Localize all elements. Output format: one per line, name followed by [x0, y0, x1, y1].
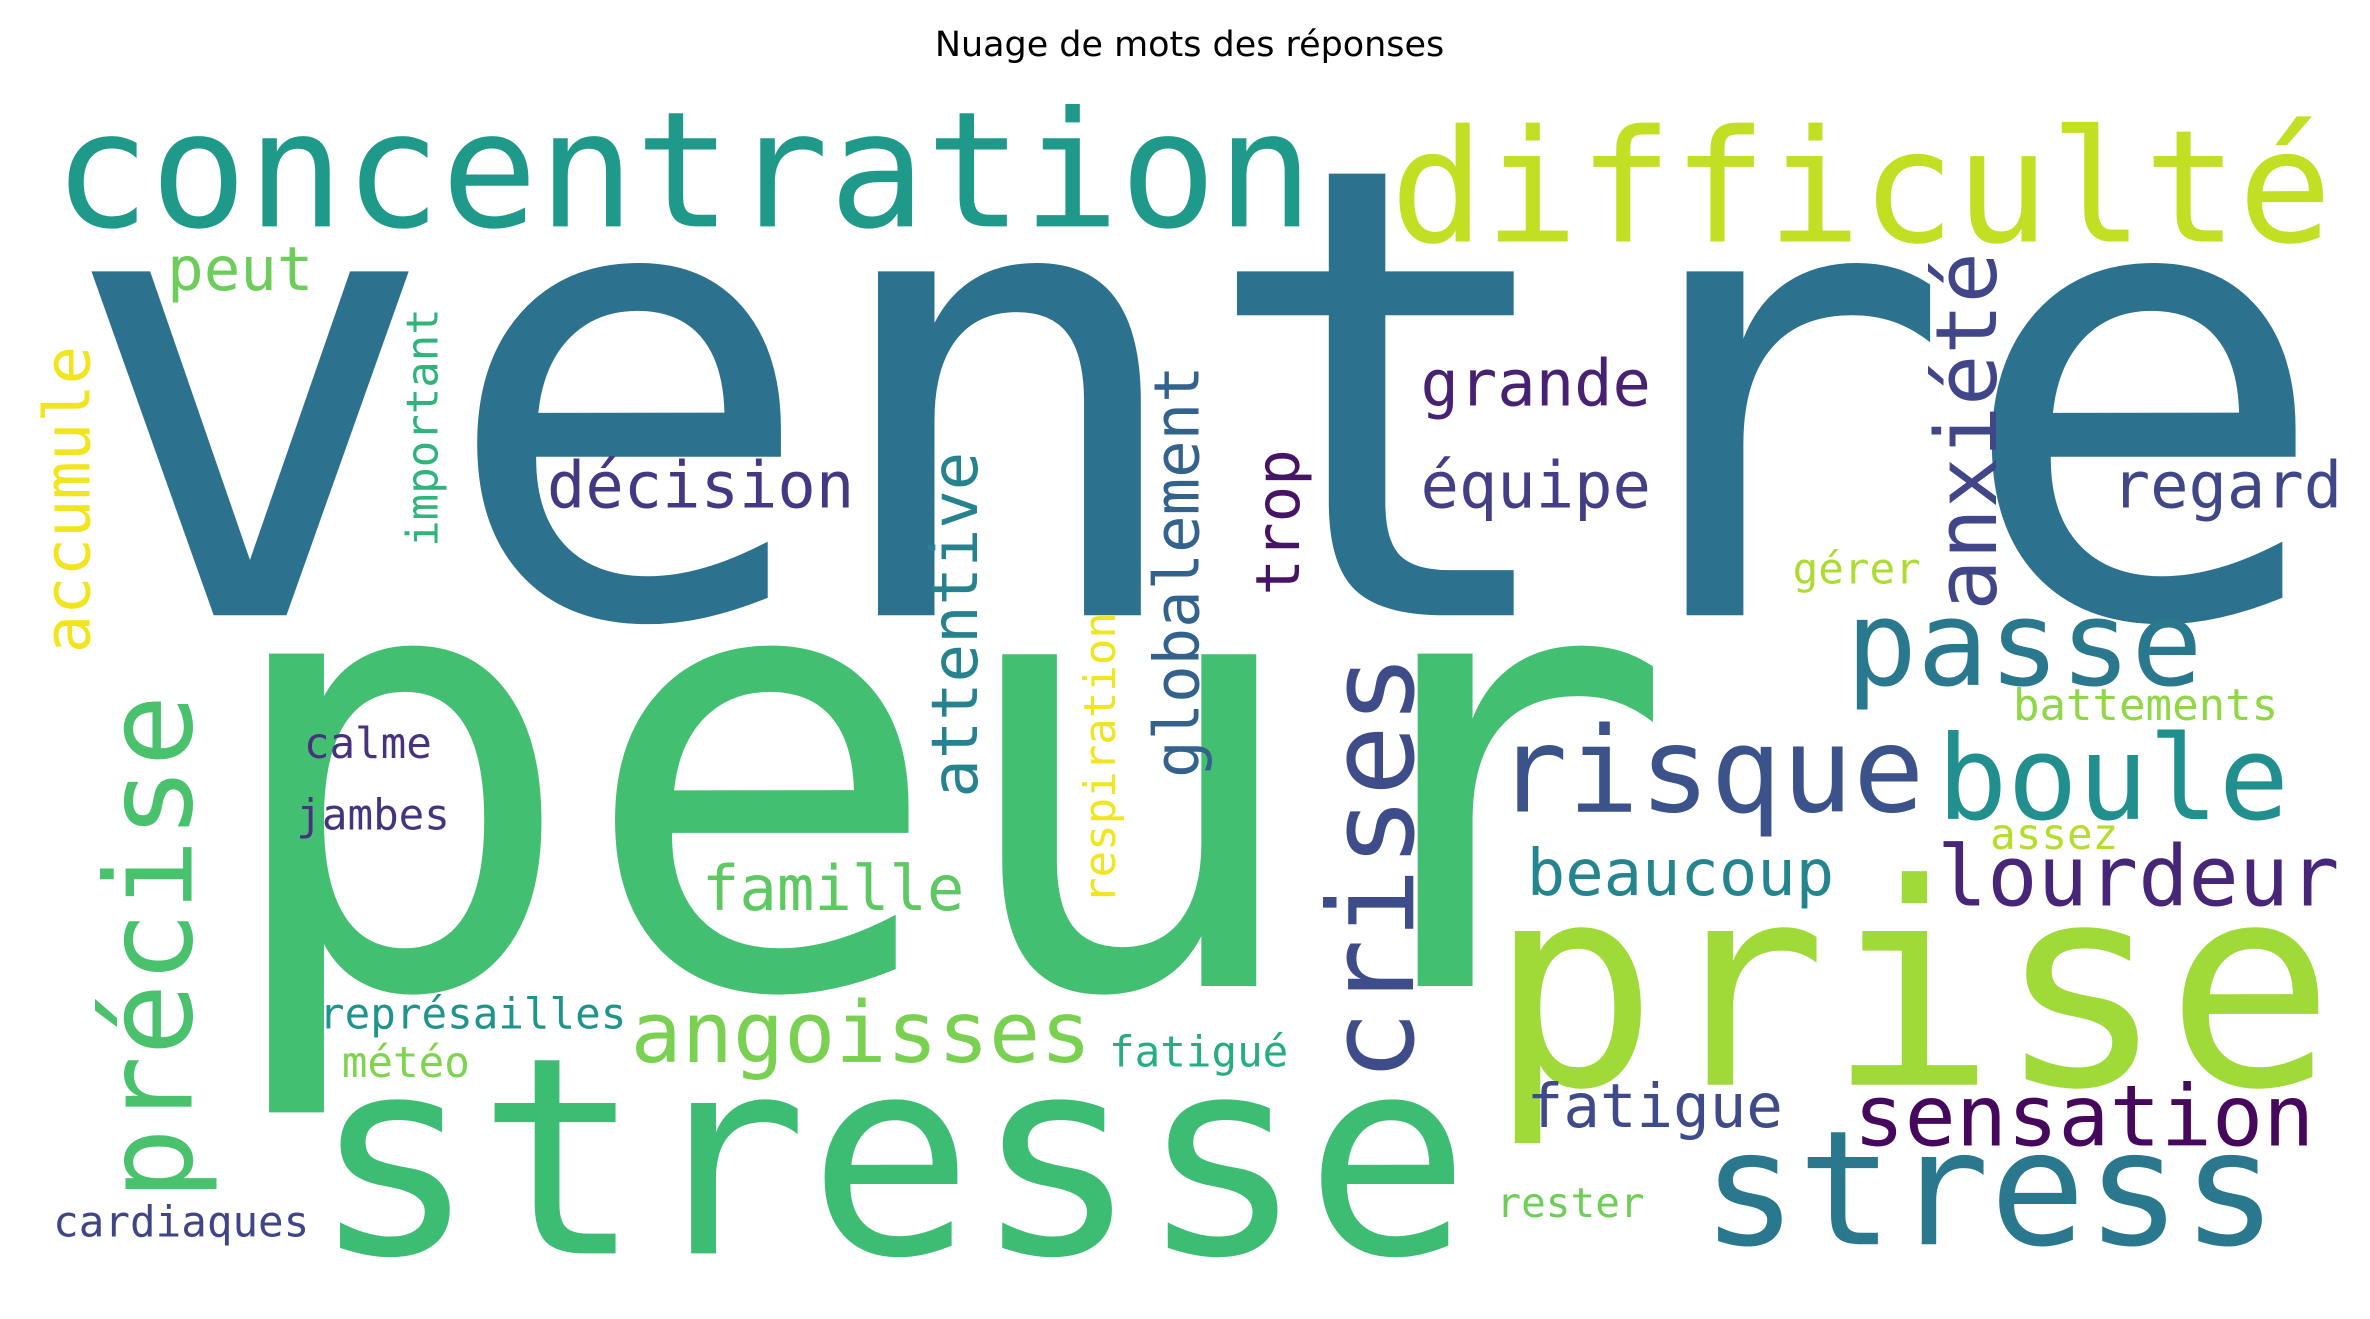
word-anxiete: anxiété: [1918, 252, 2018, 611]
word-angoisses: angoisses: [630, 984, 1092, 1084]
word-representailles: représailles: [319, 988, 627, 1040]
word-concentration: concentration: [53, 77, 1314, 265]
word-jambes: jambes: [296, 789, 450, 841]
word-cloud: Nuage de mots des réponses ventre peur c…: [0, 0, 2370, 1296]
word-grande: grande: [1420, 346, 1651, 421]
word-regard: regard: [2111, 448, 2343, 523]
word-sensation: sensation: [1853, 1067, 2315, 1167]
word-attentive: attentive: [917, 451, 993, 798]
word-fatigue-accent: fatigué: [1109, 1026, 1289, 1078]
word-equipe: équipe: [1420, 448, 1651, 523]
word-difficulte: difficulté: [1390, 97, 2333, 280]
word-rester: rester: [1496, 1180, 1645, 1228]
word-famille: famille: [701, 852, 965, 926]
word-meteo: météo: [341, 1037, 470, 1088]
word-accumule: accumule: [30, 345, 105, 654]
word-important: important: [396, 308, 449, 547]
word-calme: calme: [303, 718, 432, 769]
word-decision: décision: [546, 448, 855, 523]
word-battements: battements: [2012, 679, 2279, 731]
word-peut: peut: [167, 235, 314, 306]
word-beaucoup: beaucoup: [1526, 835, 1835, 911]
word-crises: crises: [1304, 653, 1442, 1082]
word-cardiaques: cardiaques: [53, 1197, 310, 1248]
word-globalement: globalement: [1140, 365, 1214, 778]
word-gerer: gérer: [1792, 543, 1921, 595]
word-trop: trop: [1244, 449, 1315, 596]
word-assez: assez: [1990, 809, 2119, 860]
word-precise: précise: [80, 694, 221, 1201]
word-risque: risque: [1496, 703, 1925, 841]
word-fatigue: fatigue: [1526, 1072, 1783, 1143]
word-respiration: respiration: [1074, 612, 1126, 904]
